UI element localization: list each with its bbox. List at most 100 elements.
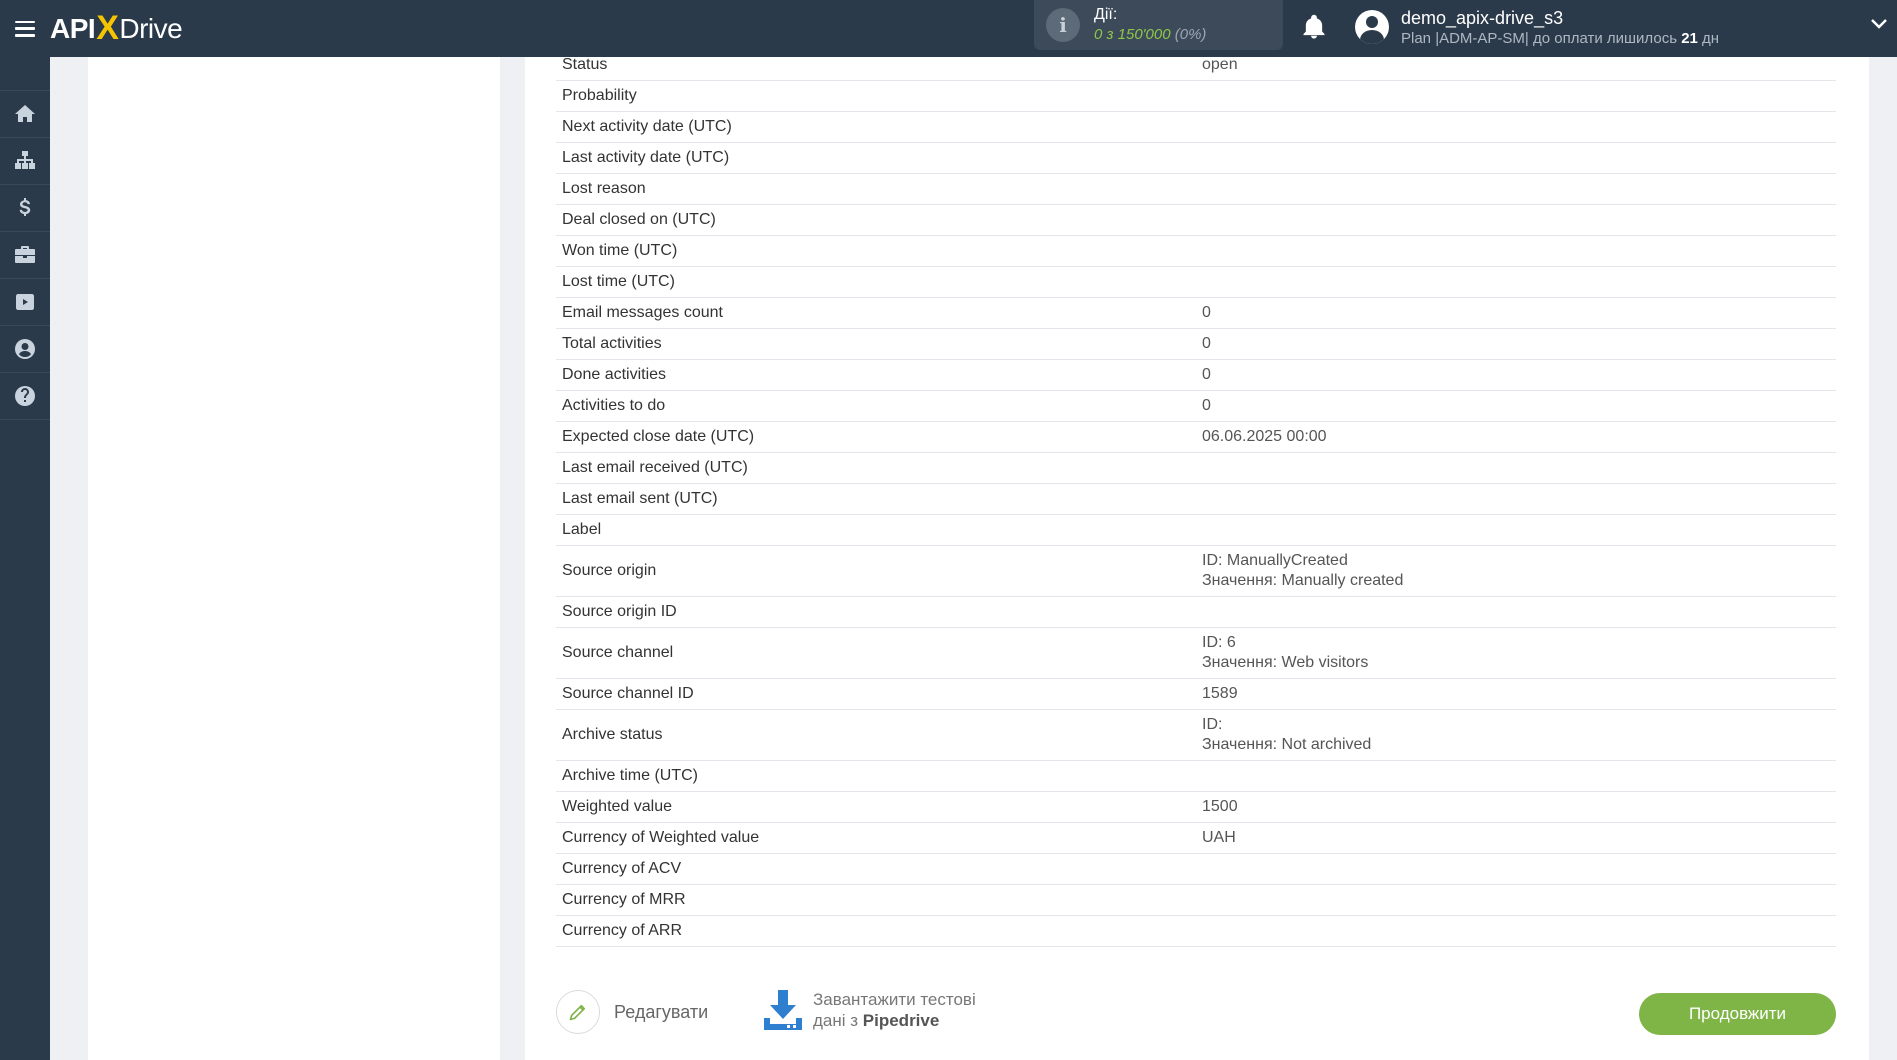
top-bar: API X Drive i Дії: 0 з 150'000 (0%) demo… (0, 0, 1897, 57)
actions-count-percent: (0%) (1174, 26, 1207, 43)
user-icon (15, 339, 35, 359)
field-label: Source origin ID (562, 603, 677, 620)
table-row: Currency of ARR (556, 916, 1836, 947)
table-row: Expected close date (UTC) 06.06.2025 00:0… (556, 422, 1836, 453)
field-value-line: ID: (1202, 716, 1223, 733)
field-label: Activities to do (562, 397, 666, 414)
field-label: Last activity date (UTC) (562, 149, 730, 166)
field-value: 1589 (1196, 684, 1836, 704)
field-value-line: 0 (1202, 366, 1211, 383)
logo-api: API (50, 12, 96, 44)
field-label: Currency of ACV (562, 860, 682, 877)
table-row: Deal closed on (UTC) (556, 205, 1836, 236)
download-line-2: дані з (813, 1011, 863, 1030)
field-label: Won time (UTC) (562, 242, 678, 259)
main-panel: Status open Probability Next activity date … (525, 56, 1869, 1060)
logo-drive: Drive (119, 12, 183, 44)
table-row: Source channel ID: 6 Значення: Web visitor… (556, 628, 1836, 679)
table-row: Done activities 0 (556, 360, 1836, 391)
footer-actions: Редагувати Завантажити тестові дані з Pi… (556, 988, 1836, 1048)
field-value-line: UAH (1202, 829, 1236, 846)
sidebar-item-billing[interactable] (0, 185, 50, 232)
field-value-line: 0 (1202, 335, 1211, 352)
field-label: Next activity date (UTC) (562, 118, 732, 135)
sidebar (0, 57, 50, 1060)
sidebar-item-help[interactable] (0, 373, 50, 420)
table-row: Activities to do 0 (556, 391, 1836, 422)
table-row: Won time (UTC) (556, 236, 1836, 267)
actions-count-value: 0 з 150'000 (1094, 26, 1171, 43)
field-value: 0 (1196, 334, 1836, 354)
sidebar-item-connections[interactable] (0, 138, 50, 185)
field-label: Email messages count (562, 304, 723, 321)
table-row: Lost time (UTC) (556, 267, 1836, 298)
table-row: Email messages count 0 (556, 298, 1836, 329)
user-menu[interactable]: demo_apix-drive_s3 Plan |ADM-AP-SM| до о… (1355, 6, 1719, 48)
field-value-line: 0 (1202, 304, 1211, 321)
dollar-icon (19, 198, 31, 216)
help-icon (15, 386, 35, 406)
field-label: Source channel (562, 644, 674, 661)
actions-counter[interactable]: i Дії: 0 з 150'000 (0%) (1034, 0, 1283, 50)
field-value-line: ID: 6 (1202, 634, 1236, 651)
download-line-1: Завантажити тестові (813, 990, 976, 1009)
field-label: Last email received (UTC) (562, 459, 748, 476)
home-icon (15, 105, 35, 122)
table-row: Archive status ID: Значення: Not archived (556, 710, 1836, 761)
field-label: Last email sent (UTC) (562, 490, 718, 507)
left-panel (88, 57, 500, 1060)
field-value: ID: 6 Значення: Web visitors (1196, 633, 1836, 673)
sidebar-item-account[interactable] (0, 326, 50, 373)
table-row: Last email received (UTC) (556, 453, 1836, 484)
field-value-line: 0 (1202, 397, 1211, 414)
logo-x: X (96, 9, 119, 47)
field-value: 0 (1196, 396, 1836, 416)
logo[interactable]: API X Drive (50, 9, 183, 48)
field-value: open (1196, 55, 1836, 75)
download-icon (764, 990, 802, 1030)
edit-button[interactable]: Редагувати (556, 990, 708, 1034)
table-row: Source origin ID: ManuallyCreated Значення… (556, 546, 1836, 597)
field-label: Probability (562, 87, 637, 104)
table-row: Status open (556, 50, 1836, 81)
table-row: Probability (556, 81, 1836, 112)
menu-toggle-button[interactable] (0, 0, 50, 57)
field-value-line: 1589 (1202, 685, 1238, 702)
field-label: Lost time (UTC) (562, 273, 675, 290)
table-row: Archive time (UTC) (556, 761, 1836, 792)
table-row: Lost reason (556, 174, 1836, 205)
field-label: Currency of ARR (562, 922, 683, 939)
sidebar-item-home[interactable] (0, 91, 50, 138)
table-row: Next activity date (UTC) (556, 112, 1836, 143)
field-value: 1500 (1196, 797, 1836, 817)
plan-days-suffix: дн (1697, 30, 1720, 47)
download-source: Pipedrive (862, 1011, 940, 1030)
info-icon: i (1046, 8, 1080, 42)
table-row: Last activity date (UTC) (556, 143, 1836, 174)
field-label: Archive status (562, 726, 663, 743)
avatar-icon (1355, 10, 1389, 44)
table-row: Total activities 0 (556, 329, 1836, 360)
actions-label: Дії: (1094, 6, 1118, 23)
chevron-down-icon[interactable] (1870, 18, 1888, 30)
field-value-line: 06.06.2025 00:00 (1202, 428, 1327, 445)
download-test-data-button[interactable]: Завантажити тестові дані з Pipedrive (761, 988, 976, 1032)
field-value: UAH (1196, 828, 1836, 848)
pencil-icon (556, 990, 600, 1034)
field-value: ID: ManuallyCreated Значення: Manually cr… (1196, 551, 1836, 591)
field-label: Expected close date (UTC) (562, 428, 755, 445)
sidebar-item-services[interactable] (0, 232, 50, 279)
sidebar-item-video[interactable] (0, 279, 50, 326)
field-label: Status (562, 56, 608, 73)
download-label: Завантажити тестові дані з Pipedrive (813, 989, 976, 1031)
field-label: Done activities (562, 366, 667, 383)
hamburger-icon (15, 20, 35, 37)
continue-button[interactable]: Продовжити (1639, 993, 1836, 1035)
user-plan: Plan |ADM-AP-SM| до оплати лишилось 21 д… (1401, 30, 1719, 48)
field-label: Label (562, 521, 602, 538)
table-row: Last email sent (UTC) (556, 484, 1836, 515)
field-value: ID: Значення: Not archived (1196, 715, 1836, 755)
bell-icon[interactable] (1300, 12, 1328, 42)
field-label: Weighted value (562, 798, 672, 815)
briefcase-icon (15, 246, 35, 263)
